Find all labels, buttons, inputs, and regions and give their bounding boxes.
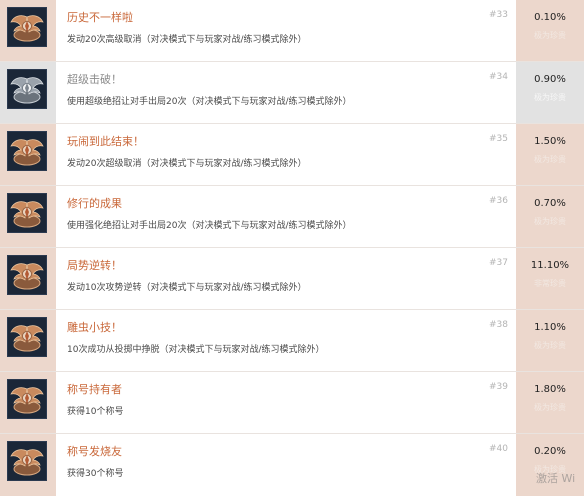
rarity-label: 极为珍贵 (534, 341, 566, 350)
rarity-label: 极为珍贵 (534, 403, 566, 412)
rarity-label: 极为珍贵 (534, 93, 566, 102)
achievement-row[interactable]: 局势逆转！ 发动10次攻势逆转（对决模式下与玩家对战/练习模式除外） #37 1… (0, 248, 584, 310)
unlock-percent: 0.90% (534, 74, 566, 85)
achievement-title: 称号发烧友 (67, 445, 122, 458)
achievement-description: 发动20次超级取消（对决模式下与玩家对战/练习模式除外） (67, 159, 307, 169)
achievement-title: 超级击破！ (67, 73, 122, 86)
winged-crest-badge-icon (7, 193, 47, 233)
unlock-percent: 1.80% (534, 384, 566, 395)
winged-crest-badge-icon (7, 379, 47, 419)
achievement-number: #33 (489, 10, 508, 20)
unlock-percent: 0.20% (534, 446, 566, 457)
achievement-number: #34 (489, 72, 508, 82)
achievement-number: #36 (489, 196, 508, 206)
achievement-row[interactable]: 玩闹到此结束！ 发动20次超级取消（对决模式下与玩家对战/练习模式除外） #35… (0, 124, 584, 186)
rarity-label: 极为珍贵 (534, 217, 566, 226)
rarity-panel: 1.80% 极为珍贵 (516, 372, 584, 433)
achievement-list: 历史不一样啦 发动20次高级取消（对决模式下与玩家对战/练习模式除外） #33 … (0, 0, 584, 496)
achievement-title: 雕虫小技！ (67, 321, 122, 334)
rarity-panel: 0.70% 极为珍贵 (516, 186, 584, 247)
winged-crest-badge-icon (7, 69, 47, 109)
achievement-description: 发动10次攻势逆转（对决模式下与玩家对战/练习模式除外） (67, 283, 307, 293)
unlock-percent: 1.10% (534, 322, 566, 333)
winged-crest-badge-icon (7, 131, 47, 171)
rarity-panel: 1.10% 极为珍贵 (516, 310, 584, 371)
achievement-description: 发动20次高级取消（对决模式下与玩家对战/练习模式除外） (67, 35, 307, 45)
achievement-number: #40 (489, 444, 508, 454)
winged-crest-badge-icon (7, 317, 47, 357)
achievement-description: 获得30个称号 (67, 469, 124, 479)
achievement-number: #39 (489, 382, 508, 392)
unlock-percent: 1.50% (534, 136, 566, 147)
achievement-row[interactable]: 称号持有者 获得10个称号 #39 1.80% 极为珍贵 (0, 372, 584, 434)
achievement-title: 修行的成果 (67, 197, 122, 210)
achievement-description: 获得10个称号 (67, 407, 124, 417)
rarity-panel: 0.90% 极为珍贵 (516, 62, 584, 123)
achievement-row[interactable]: 雕虫小技！ 10次成功从投掷中挣脱（对决模式下与玩家对战/练习模式除外） #38… (0, 310, 584, 372)
badge-panel (0, 0, 56, 61)
unlock-percent: 0.10% (534, 12, 566, 23)
achievement-row[interactable]: 修行的成果 使用强化绝招让对手出局20次（对决模式下与玩家对战/练习模式除外） … (0, 186, 584, 248)
achievement-title: 局势逆转！ (67, 259, 122, 272)
achievement-description: 使用超级绝招让对手出局20次（对决模式下与玩家对战/练习模式除外） (67, 97, 352, 107)
winged-crest-badge-icon (7, 441, 47, 481)
badge-panel (0, 124, 56, 185)
badge-panel (0, 434, 56, 496)
achievement-row[interactable]: 超级击破！ 使用超级绝招让对手出局20次（对决模式下与玩家对战/练习模式除外） … (0, 62, 584, 124)
achievement-title: 历史不一样啦 (67, 11, 133, 24)
achievement-description: 使用强化绝招让对手出局20次（对决模式下与玩家对战/练习模式除外） (67, 221, 352, 231)
achievement-title: 玩闹到此结束！ (67, 135, 144, 148)
rarity-panel: 11.10% 非常珍贵 (516, 248, 584, 309)
winged-crest-badge-icon (7, 255, 47, 295)
activation-watermark: 激活 Wi (536, 472, 576, 485)
achievement-title: 称号持有者 (67, 383, 122, 396)
achievement-description: 10次成功从投掷中挣脱（对决模式下与玩家对战/练习模式除外） (67, 345, 325, 355)
rarity-panel: 0.10% 极为珍贵 (516, 0, 584, 61)
badge-panel (0, 310, 56, 371)
achievement-row[interactable]: 称号发烧友 获得30个称号 #40 0.20% 极为珍贵 (0, 434, 584, 496)
achievement-row[interactable]: 历史不一样啦 发动20次高级取消（对决模式下与玩家对战/练习模式除外） #33 … (0, 0, 584, 62)
badge-panel (0, 186, 56, 247)
badge-panel (0, 62, 56, 123)
rarity-label: 极为珍贵 (534, 155, 566, 164)
achievement-number: #35 (489, 134, 508, 144)
rarity-label: 极为珍贵 (534, 31, 566, 40)
rarity-panel: 0.20% 极为珍贵 (516, 434, 584, 496)
unlock-percent: 0.70% (534, 198, 566, 209)
winged-crest-badge-icon (7, 7, 47, 47)
achievement-number: #37 (489, 258, 508, 268)
badge-panel (0, 372, 56, 433)
achievement-number: #38 (489, 320, 508, 330)
unlock-percent: 11.10% (530, 260, 570, 271)
rarity-label: 非常珍贵 (534, 279, 566, 288)
badge-panel (0, 248, 56, 309)
rarity-panel: 1.50% 极为珍贵 (516, 124, 584, 185)
